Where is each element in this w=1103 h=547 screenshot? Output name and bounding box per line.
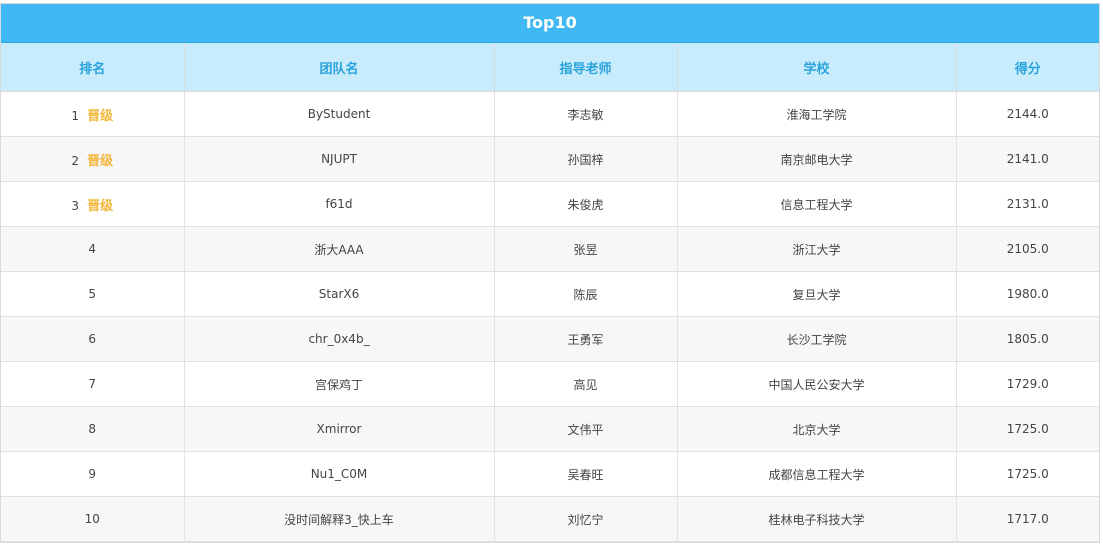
school-cell: 淮海工学院 (677, 91, 957, 137)
tutor-cell: 李志敏 (494, 91, 678, 137)
tutor-cell: 吴春旺 (494, 451, 678, 497)
table-row: 7 宫保鸡丁 高见 中国人民公安大学 1729.0 (1, 361, 1099, 407)
column-header-rank: 排名 (1, 43, 185, 92)
school-cell: 中国人民公安大学 (677, 361, 957, 407)
rank-cell: 4 (1, 226, 185, 272)
score-cell: 1980.0 (956, 271, 1099, 317)
tutor-cell: 陈辰 (494, 271, 678, 317)
school-cell: 成都信息工程大学 (677, 451, 957, 497)
leaderboard: Top10 排名 团队名 指导老师 学校 得分 1 晋级 ByStudent 李志… (0, 3, 1100, 543)
school-cell: 桂林电子科技大学 (677, 496, 957, 542)
column-header-school: 学校 (677, 43, 957, 92)
score-cell: 1725.0 (956, 451, 1099, 497)
score-cell: 1717.0 (956, 496, 1099, 542)
team-cell: Xmirror (184, 406, 495, 452)
rank-number: 3 (71, 198, 80, 213)
tutor-cell: 张昱 (494, 226, 678, 272)
rank-number: 2 (71, 153, 80, 168)
rank-number: 4 (88, 242, 97, 256)
team-cell: 没时间解释3_快上车 (184, 496, 495, 542)
table-row: 5 StarX6 陈辰 复旦大学 1980.0 (1, 271, 1099, 317)
rank-number: 8 (88, 422, 97, 436)
tutor-cell: 孙国梓 (494, 136, 678, 182)
rank-number: 7 (88, 377, 97, 391)
rank-cell: 6 (1, 316, 185, 362)
score-cell: 1805.0 (956, 316, 1099, 362)
table-row: 4 浙大AAA 张昱 浙江大学 2105.0 (1, 226, 1099, 272)
ranking-table: 排名 团队名 指导老师 学校 得分 1 晋级 ByStudent 李志敏 淮海工学… (1, 43, 1099, 542)
rank-cell: 2 晋级 (1, 136, 185, 182)
rank-cell: 3 晋级 (1, 181, 185, 227)
team-cell: ByStudent (184, 91, 495, 137)
promotion-badge: 晋级 (87, 108, 114, 124)
tutor-cell: 王勇军 (494, 316, 678, 362)
school-cell: 长沙工学院 (677, 316, 957, 362)
team-cell: chr_0x4b_ (184, 316, 495, 362)
promotion-badge: 晋级 (87, 198, 114, 214)
rank-cell: 1 晋级 (1, 91, 185, 137)
school-cell: 复旦大学 (677, 271, 957, 317)
rank-cell: 9 (1, 451, 185, 497)
rank-number: 9 (88, 467, 97, 481)
table-row: 9 Nu1_C0M 吴春旺 成都信息工程大学 1725.0 (1, 451, 1099, 497)
table-row: 6 chr_0x4b_ 王勇军 长沙工学院 1805.0 (1, 316, 1099, 362)
tutor-cell: 文伟平 (494, 406, 678, 452)
score-cell: 2105.0 (956, 226, 1099, 272)
column-header-score: 得分 (956, 43, 1099, 92)
score-cell: 1729.0 (956, 361, 1099, 407)
rank-number: 6 (88, 332, 97, 346)
tutor-cell: 高见 (494, 361, 678, 407)
table-row: 3 晋级 f61d 朱俊虎 信息工程大学 2131.0 (1, 181, 1099, 227)
rank-cell: 8 (1, 406, 185, 452)
team-cell: Nu1_C0M (184, 451, 495, 497)
school-cell: 北京大学 (677, 406, 957, 452)
rank-cell: 5 (1, 271, 185, 317)
rank-number: 1 (71, 108, 80, 123)
promotion-badge: 晋级 (87, 153, 114, 169)
table-row: 8 Xmirror 文伟平 北京大学 1725.0 (1, 406, 1099, 452)
score-cell: 2131.0 (956, 181, 1099, 227)
school-cell: 南京邮电大学 (677, 136, 957, 182)
team-cell: f61d (184, 181, 495, 227)
school-cell: 信息工程大学 (677, 181, 957, 227)
team-cell: 宫保鸡丁 (184, 361, 495, 407)
rank-cell: 7 (1, 361, 185, 407)
table-row: 1 晋级 ByStudent 李志敏 淮海工学院 2144.0 (1, 91, 1099, 137)
table-header-row: 排名 团队名 指导老师 学校 得分 (1, 43, 1099, 92)
column-header-tutor: 指导老师 (494, 43, 678, 92)
team-cell: 浙大AAA (184, 226, 495, 272)
team-cell: StarX6 (184, 271, 495, 317)
leaderboard-title: Top10 (1, 4, 1099, 43)
rank-number: 5 (88, 287, 97, 301)
score-cell: 1725.0 (956, 406, 1099, 452)
score-cell: 2141.0 (956, 136, 1099, 182)
school-cell: 浙江大学 (677, 226, 957, 272)
table-row: 10 没时间解释3_快上车 刘忆宁 桂林电子科技大学 1717.0 (1, 496, 1099, 542)
tutor-cell: 刘忆宁 (494, 496, 678, 542)
column-header-team: 团队名 (184, 43, 495, 92)
rank-number: 10 (84, 512, 100, 526)
team-cell: NJUPT (184, 136, 495, 182)
score-cell: 2144.0 (956, 91, 1099, 137)
tutor-cell: 朱俊虎 (494, 181, 678, 227)
table-row: 2 晋级 NJUPT 孙国梓 南京邮电大学 2141.0 (1, 136, 1099, 182)
rank-cell: 10 (1, 496, 185, 542)
